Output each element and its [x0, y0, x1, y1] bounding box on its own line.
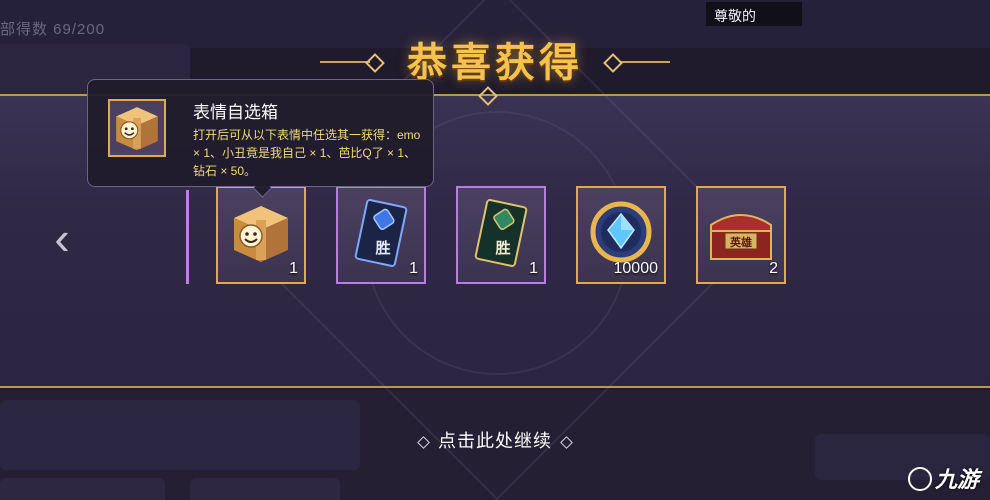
continue-prompt[interactable]: 点击此处继续 [390, 427, 600, 457]
emoji-box-icon [116, 107, 158, 151]
reward-list: 1 胜 1 胜 1 10000 英雄 2 [186, 186, 806, 286]
card-label: 胜 [495, 240, 510, 257]
chevron-left-icon[interactable]: ‹ [44, 215, 80, 261]
tooltip-thumbnail [108, 99, 166, 157]
item-tooltip: 表情自选箱 打开后可从以下表情中任选其一获得：emo × 1、小丑竟是我自己 ×… [87, 79, 434, 198]
tooltip-description: 打开后可从以下表情中任选其一获得：emo × 1、小丑竟是我自己 × 1、芭比Q… [193, 128, 421, 178]
diamond-bullet-icon [560, 435, 573, 449]
reward-count: 1 [289, 260, 298, 277]
diamond-bullet-icon [417, 435, 430, 449]
reward-item-victory-card-green[interactable]: 胜 1 [456, 186, 546, 284]
reward-count: 1 [409, 260, 418, 277]
emoji-box-icon [234, 206, 288, 263]
watermark-text: 九游 [935, 467, 980, 492]
list-edge-indicator [186, 190, 189, 284]
background-username-bar: 尊敬的 [706, 2, 802, 26]
reward-item-emoji-box[interactable]: 1 [216, 186, 306, 284]
background-progress-text: 部得数 69/200 [0, 21, 106, 38]
reward-item-victory-card-blue[interactable]: 胜 1 [336, 186, 426, 284]
background-username: 尊敬的 [714, 8, 756, 24]
reward-count: 10000 [613, 260, 659, 277]
chest-label: 英雄 [729, 235, 752, 249]
reward-count: 1 [529, 260, 538, 277]
victory-card-green-icon: 胜 [474, 199, 528, 268]
victory-card-blue-icon: 胜 [354, 199, 408, 268]
background-button-1 [0, 478, 165, 500]
background-button-2 [190, 478, 340, 500]
background-card [0, 400, 360, 470]
hero-chest-icon: 英雄 [710, 214, 772, 261]
tooltip-title: 表情自选箱 [193, 103, 278, 122]
diamond-coin-icon [590, 201, 652, 263]
reward-item-diamond[interactable]: 10000 [576, 186, 666, 284]
watermark-logo-icon [908, 467, 932, 491]
continue-text: 点击此处继续 [438, 431, 552, 451]
reward-item-hero-chest[interactable]: 英雄 2 [696, 186, 786, 284]
reward-count: 2 [769, 260, 778, 277]
watermark: 九游 [908, 462, 979, 494]
card-label: 胜 [375, 240, 390, 257]
